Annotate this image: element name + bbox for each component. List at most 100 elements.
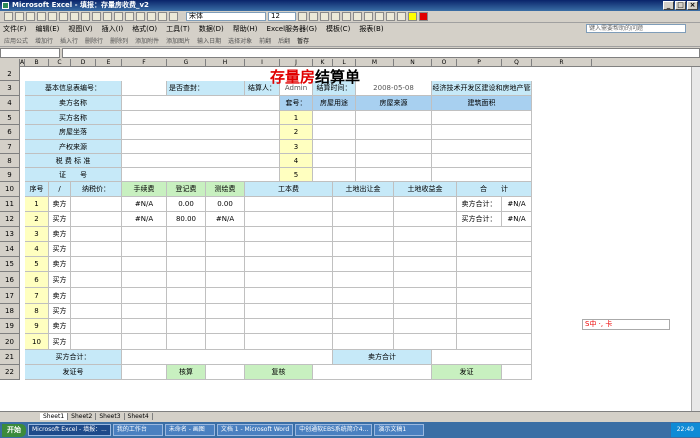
fill-color-icon[interactable] — [408, 12, 417, 21]
total-cell-4[interactable] — [457, 242, 532, 257]
fee6-cell-1[interactable] — [394, 197, 457, 212]
fee6-cell-4[interactable] — [394, 242, 457, 257]
column-header-h[interactable]: H — [206, 59, 245, 67]
paste-icon[interactable] — [92, 12, 101, 21]
fee5-cell-9[interactable] — [333, 319, 394, 334]
fee3-cell-9[interactable] — [206, 319, 245, 334]
fee2-cell-2[interactable]: 80.00 — [167, 212, 206, 227]
column-header-n[interactable]: N — [394, 59, 432, 67]
fee6-cell-9[interactable] — [394, 319, 457, 334]
taxpayer-cell-6[interactable] — [71, 272, 122, 288]
spell-icon[interactable] — [59, 12, 68, 21]
fee1-cell-10[interactable] — [122, 334, 167, 350]
tab-sheet4[interactable]: Sheet4 — [125, 412, 153, 420]
row-header-20[interactable]: 20 — [0, 334, 20, 350]
taxpayer-cell-9[interactable] — [71, 319, 122, 334]
font-name-select[interactable]: 宋体 — [186, 12, 266, 21]
ime-toolbar[interactable]: S中 ·, 卡 — [582, 319, 670, 330]
left-value-3[interactable] — [122, 125, 280, 140]
usage-cell-5[interactable] — [313, 168, 356, 182]
sum-icon[interactable] — [125, 12, 134, 21]
source-cell-1[interactable] — [356, 111, 432, 125]
print-icon[interactable] — [37, 12, 46, 21]
fee4-cell-9[interactable] — [245, 319, 333, 334]
seller-total-label[interactable]: 卖方合计： — [457, 197, 502, 212]
seller-total-value[interactable]: #N/A — [502, 197, 532, 212]
info-no-field[interactable] — [122, 81, 167, 96]
task-word[interactable]: 文档 1 - Microsoft Word — [216, 424, 294, 436]
area-cell-3[interactable] — [432, 140, 532, 154]
fee1-cell-5[interactable] — [122, 257, 167, 272]
issue-value[interactable] — [502, 365, 532, 380]
fee4-cell-5[interactable] — [245, 257, 333, 272]
fee2-cell-9[interactable] — [167, 319, 206, 334]
taxpayer-cell-8[interactable] — [71, 304, 122, 319]
select-object-button[interactable]: 选择对象 — [228, 36, 252, 45]
fee5-cell-4[interactable] — [333, 242, 394, 257]
usage-cell-3[interactable] — [313, 140, 356, 154]
row-header-13[interactable]: 13 — [0, 227, 20, 242]
italic-icon[interactable] — [309, 12, 318, 21]
total-cell-8[interactable] — [457, 304, 532, 319]
party-4[interactable]: 买方 — [49, 242, 71, 257]
fee3-cell-2[interactable]: #N/A — [206, 212, 245, 227]
temp-save-button[interactable]: 暂存 — [297, 36, 309, 45]
usage-cell-2[interactable] — [313, 125, 356, 140]
fee6-cell-8[interactable] — [394, 304, 457, 319]
usage-cell-1[interactable] — [313, 111, 356, 125]
fee4-cell-2[interactable] — [245, 212, 333, 227]
fee2-cell-4[interactable] — [167, 242, 206, 257]
buyer-total-row-value[interactable] — [122, 350, 333, 365]
taxpayer-cell-4[interactable] — [71, 242, 122, 257]
party-5[interactable]: 卖方 — [49, 257, 71, 272]
task-ppt[interactable]: 演示文稿1 — [374, 424, 425, 436]
menu-tools[interactable]: 工具(T) — [166, 24, 190, 34]
row-header-5[interactable]: 5 — [0, 111, 20, 125]
delete-col-button[interactable]: 删除列 — [110, 36, 128, 45]
select-all-corner[interactable] — [0, 59, 20, 67]
fee3-cell-6[interactable] — [206, 272, 245, 288]
fee1-cell-8[interactable] — [122, 304, 167, 319]
column-header-q[interactable]: Q — [502, 59, 532, 67]
fee5-cell-5[interactable] — [333, 257, 394, 272]
row-header-2[interactable]: 2 — [0, 67, 20, 81]
fee2-cell-7[interactable] — [167, 288, 206, 304]
cert-no-value[interactable] — [122, 365, 167, 380]
fee3-cell-5[interactable] — [206, 257, 245, 272]
sort-icon[interactable] — [136, 12, 145, 21]
taxpayer-cell-5[interactable] — [71, 257, 122, 272]
fee2-cell-1[interactable]: 0.00 — [167, 197, 206, 212]
fee2-cell-8[interactable] — [167, 304, 206, 319]
source-cell-2[interactable] — [356, 125, 432, 140]
left-value-5[interactable] — [122, 154, 280, 168]
row-header-4[interactable]: 4 — [0, 96, 20, 111]
source-cell-4[interactable] — [356, 154, 432, 168]
vertical-scrollbar[interactable] — [691, 67, 700, 411]
row-header-12[interactable]: 12 — [0, 212, 20, 227]
fee5-cell-1[interactable] — [333, 197, 394, 212]
total-cell-7[interactable] — [457, 288, 532, 304]
chart-icon[interactable] — [147, 12, 156, 21]
task-paint[interactable]: 未命名 - 画图 — [164, 424, 215, 436]
align-center-icon[interactable] — [342, 12, 351, 21]
column-header-f[interactable]: F — [122, 59, 167, 67]
formula-bar[interactable] — [62, 48, 700, 58]
row-header-6[interactable]: 6 — [0, 125, 20, 140]
align-right-icon[interactable] — [353, 12, 362, 21]
fee6-cell-7[interactable] — [394, 288, 457, 304]
party-6[interactable]: 买方 — [49, 272, 71, 288]
total-cell-5[interactable] — [457, 257, 532, 272]
usage-cell-4[interactable] — [313, 154, 356, 168]
fee6-cell-3[interactable] — [394, 227, 457, 242]
menu-file[interactable]: 文件(F) — [3, 24, 27, 34]
column-header-r[interactable]: R — [532, 59, 592, 67]
task-excel[interactable]: Microsoft Excel - 填报：... — [28, 424, 111, 436]
fee2-cell-10[interactable] — [167, 334, 206, 350]
fee2-cell-3[interactable] — [167, 227, 206, 242]
next-button[interactable]: 后翻 — [278, 36, 290, 45]
close-button[interactable]: × — [687, 1, 698, 10]
fee4-cell-7[interactable] — [245, 288, 333, 304]
row-header-22[interactable]: 22 — [0, 365, 20, 380]
area-cell-1[interactable] — [432, 111, 532, 125]
open-icon[interactable] — [15, 12, 24, 21]
